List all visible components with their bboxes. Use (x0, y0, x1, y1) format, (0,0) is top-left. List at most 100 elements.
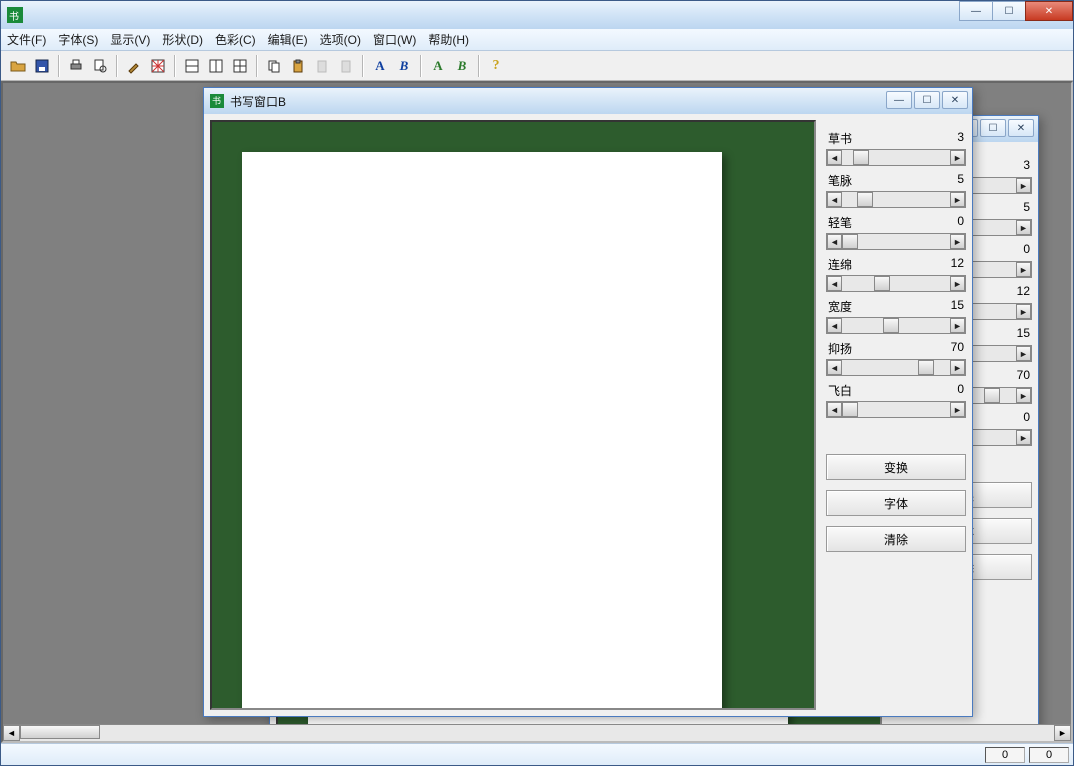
slider-right-icon[interactable]: ► (950, 150, 965, 165)
toolbar: A B A B ? (1, 51, 1073, 81)
slider-thumb[interactable] (842, 234, 858, 249)
delete-icon[interactable] (335, 55, 357, 77)
open-icon[interactable] (7, 55, 29, 77)
slider-thumb[interactable] (853, 150, 869, 165)
slider-thumb[interactable] (842, 402, 858, 417)
app-window: — ☐ ✕ 文件(F) 字体(S) 显示(V) 形状(D) 色彩(C) 编辑(E… (0, 0, 1074, 766)
slider-left-icon[interactable]: ◄ (827, 360, 842, 375)
slider-left-icon[interactable]: ◄ (827, 276, 842, 291)
style-a-alt[interactable]: A (427, 55, 449, 77)
workspace-hscrollbar[interactable]: ◄ ► (3, 724, 1071, 741)
child-minimize-button[interactable]: — (886, 91, 912, 109)
transform-button[interactable]: 变换 (826, 454, 966, 480)
param-value: 3 (957, 130, 964, 147)
slider-thumb[interactable] (857, 192, 873, 207)
slider-right-icon[interactable]: ► (1016, 346, 1031, 361)
child-close-button[interactable]: ✕ (942, 91, 968, 109)
slider-left-icon[interactable]: ◄ (827, 318, 842, 333)
param-slider[interactable]: ◄► (826, 191, 966, 208)
param-label: 连绵 (828, 256, 852, 273)
menu-file[interactable]: 文件(F) (7, 31, 46, 48)
writing-window: 书写窗口B — ☐ ✕ 草书3◄►笔脉5◄►轻笔0◄►连绵12◄►宽度15◄►抑… (203, 87, 973, 717)
slider-right-icon[interactable]: ► (1016, 304, 1031, 319)
param-slider[interactable]: ◄► (826, 233, 966, 250)
slider-left-icon[interactable]: ◄ (827, 150, 842, 165)
child-close-back[interactable]: ✕ (1008, 119, 1034, 137)
slider-thumb[interactable] (883, 318, 899, 333)
menu-color[interactable]: 色彩(C) (215, 31, 256, 48)
param-4: 宽度15◄► (826, 298, 966, 334)
status-cell-b: 0 (1029, 747, 1069, 763)
scroll-left-icon[interactable]: ◄ (3, 725, 20, 741)
param-label: 草书 (828, 130, 852, 147)
slider-right-icon[interactable]: ► (1016, 220, 1031, 235)
slider-thumb[interactable] (918, 360, 934, 375)
style-b-alt[interactable]: B (451, 55, 473, 77)
slider-thumb[interactable] (874, 276, 890, 291)
slider-right-icon[interactable]: ► (1016, 388, 1031, 403)
child-maximize-button[interactable]: ☐ (914, 91, 940, 109)
grid-icon[interactable] (147, 55, 169, 77)
slider-right-icon[interactable]: ► (1016, 430, 1031, 445)
slider-left-icon[interactable]: ◄ (827, 402, 842, 417)
param-label: 轻笔 (828, 214, 852, 231)
font-button[interactable]: 字体 (826, 490, 966, 516)
clear-button[interactable]: 清除 (826, 526, 966, 552)
menu-option[interactable]: 选项(O) (320, 31, 361, 48)
save-icon[interactable] (31, 55, 53, 77)
scroll-thumb[interactable] (20, 725, 100, 739)
scroll-right-icon[interactable]: ► (1054, 725, 1071, 741)
style-a-normal[interactable]: A (369, 55, 391, 77)
slider-right-icon[interactable]: ► (950, 360, 965, 375)
slider-right-icon[interactable]: ► (950, 402, 965, 417)
print-icon[interactable] (65, 55, 87, 77)
slider-left-icon[interactable]: ◄ (827, 234, 842, 249)
copy-icon[interactable] (263, 55, 285, 77)
brush-icon[interactable] (123, 55, 145, 77)
layout-v-icon[interactable] (205, 55, 227, 77)
workspace: — ☐ ✕ 草书3◄►笔脉5◄►轻笔0◄►连绵12◄►宽度15◄►抑扬70◄►飞… (1, 81, 1073, 743)
paste-icon[interactable] (287, 55, 309, 77)
param-slider[interactable]: ◄► (826, 317, 966, 334)
param-3: 连绵12◄► (826, 256, 966, 292)
param-slider[interactable]: ◄► (826, 359, 966, 376)
slider-thumb[interactable] (984, 388, 1000, 403)
slider-right-icon[interactable]: ► (1016, 262, 1031, 277)
param-value: 0 (957, 214, 964, 231)
slider-right-icon[interactable]: ► (950, 234, 965, 249)
paste-list-icon[interactable] (311, 55, 333, 77)
param-slider[interactable]: ◄► (826, 401, 966, 418)
param-value: 15 (951, 298, 964, 315)
layout-h-icon[interactable] (181, 55, 203, 77)
slider-left-icon[interactable]: ◄ (827, 192, 842, 207)
close-button[interactable]: ✕ (1025, 1, 1073, 21)
slider-right-icon[interactable]: ► (950, 192, 965, 207)
param-value: 5 (1023, 200, 1030, 217)
canvas-area[interactable] (210, 120, 816, 710)
param-slider[interactable]: ◄► (826, 275, 966, 292)
style-b-normal[interactable]: B (393, 55, 415, 77)
layout-tile-icon[interactable] (229, 55, 251, 77)
slider-right-icon[interactable]: ► (950, 318, 965, 333)
menu-window[interactable]: 窗口(W) (373, 31, 416, 48)
slider-right-icon[interactable]: ► (1016, 178, 1031, 193)
menu-help[interactable]: 帮助(H) (428, 31, 469, 48)
minimize-button[interactable]: — (959, 1, 993, 21)
menu-font[interactable]: 字体(S) (58, 31, 98, 48)
maximize-button[interactable]: ☐ (992, 1, 1026, 21)
window-controls: — ☐ ✕ (960, 1, 1073, 21)
slider-right-icon[interactable]: ► (950, 276, 965, 291)
param-value: 3 (1023, 158, 1030, 175)
preview-icon[interactable] (89, 55, 111, 77)
child-max-back[interactable]: ☐ (980, 119, 1006, 137)
menu-edit[interactable]: 编辑(E) (268, 31, 308, 48)
help-icon[interactable]: ? (485, 55, 507, 77)
menu-shape[interactable]: 形状(D) (162, 31, 203, 48)
param-value: 0 (1023, 410, 1030, 427)
param-label: 飞白 (828, 382, 852, 399)
param-slider[interactable]: ◄► (826, 149, 966, 166)
child-titlebar[interactable]: 书写窗口B — ☐ ✕ (204, 88, 972, 114)
menu-view[interactable]: 显示(V) (110, 31, 150, 48)
param-0: 草书3◄► (826, 130, 966, 166)
param-2: 轻笔0◄► (826, 214, 966, 250)
